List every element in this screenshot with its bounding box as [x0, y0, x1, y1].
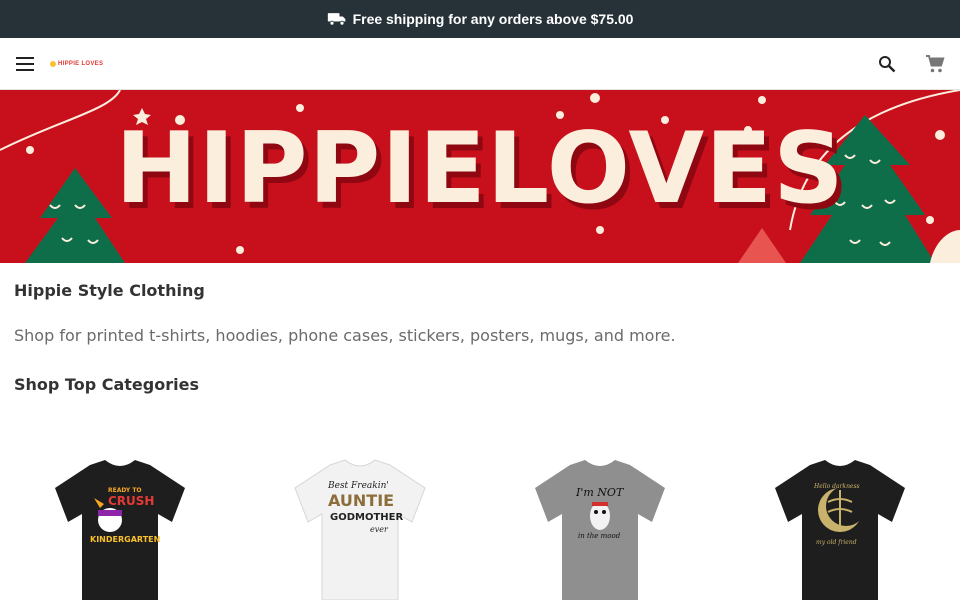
- menu-icon: [16, 56, 34, 71]
- product-print-text: Best Freakin': [327, 481, 389, 491]
- product-print-text: ever: [370, 525, 389, 534]
- promo-bar: Free shipping for any orders above $75.0…: [0, 0, 960, 38]
- site-header: HIPPIE LOVES: [0, 38, 960, 90]
- cart-button[interactable]: [924, 53, 946, 75]
- menu-button[interactable]: [14, 53, 36, 75]
- product-card[interactable]: READY TO CRUSH KINDERGARTEN: [0, 440, 240, 600]
- page-title: Hippie Style Clothing: [14, 281, 205, 300]
- product-print-text: Hello darkness: [813, 483, 860, 490]
- product-print-text: in the mood: [578, 532, 621, 540]
- search-button[interactable]: [876, 53, 898, 75]
- truck-icon: [327, 13, 345, 26]
- product-print-text: my old friend: [816, 539, 857, 546]
- product-image: Hello darkness my old friend: [775, 460, 905, 600]
- product-card[interactable]: Hello darkness my old friend: [720, 440, 960, 600]
- product-print-text: GODMOTHER: [330, 512, 403, 523]
- product-print-text: I'm NOT: [575, 486, 625, 499]
- hero-banner[interactable]: HIPPIELOVES: [0, 90, 960, 263]
- hero-title: HIPPIELOVES: [115, 112, 845, 226]
- product-card[interactable]: I'm NOT in the mood: [480, 440, 720, 600]
- product-image: Best Freakin' AUNTIE GODMOTHER ever: [294, 459, 426, 600]
- promo-text: Free shipping for any orders above $75.0…: [352, 11, 634, 27]
- product-grid: READY TO CRUSH KINDERGARTEN Best Freakin…: [0, 440, 960, 600]
- product-print-text: READY TO: [108, 487, 142, 494]
- categories-heading: Shop Top Categories: [14, 375, 199, 394]
- product-print-text: CRUSH: [108, 494, 154, 508]
- cart-icon: [926, 55, 945, 73]
- product-card[interactable]: Best Freakin' AUNTIE GODMOTHER ever: [240, 440, 480, 600]
- product-image: READY TO CRUSH KINDERGARTEN: [55, 460, 185, 600]
- page-tagline: Shop for printed t-shirts, hoodies, phon…: [14, 326, 676, 345]
- search-icon: [879, 56, 896, 73]
- product-print-text: KINDERGARTEN: [90, 535, 160, 544]
- logo-mark: [50, 60, 56, 67]
- logo-text: HIPPIE LOVES: [58, 60, 104, 67]
- product-image: I'm NOT in the mood: [535, 460, 665, 600]
- product-print-text: AUNTIE: [328, 491, 394, 510]
- site-logo[interactable]: HIPPIE LOVES: [50, 56, 103, 72]
